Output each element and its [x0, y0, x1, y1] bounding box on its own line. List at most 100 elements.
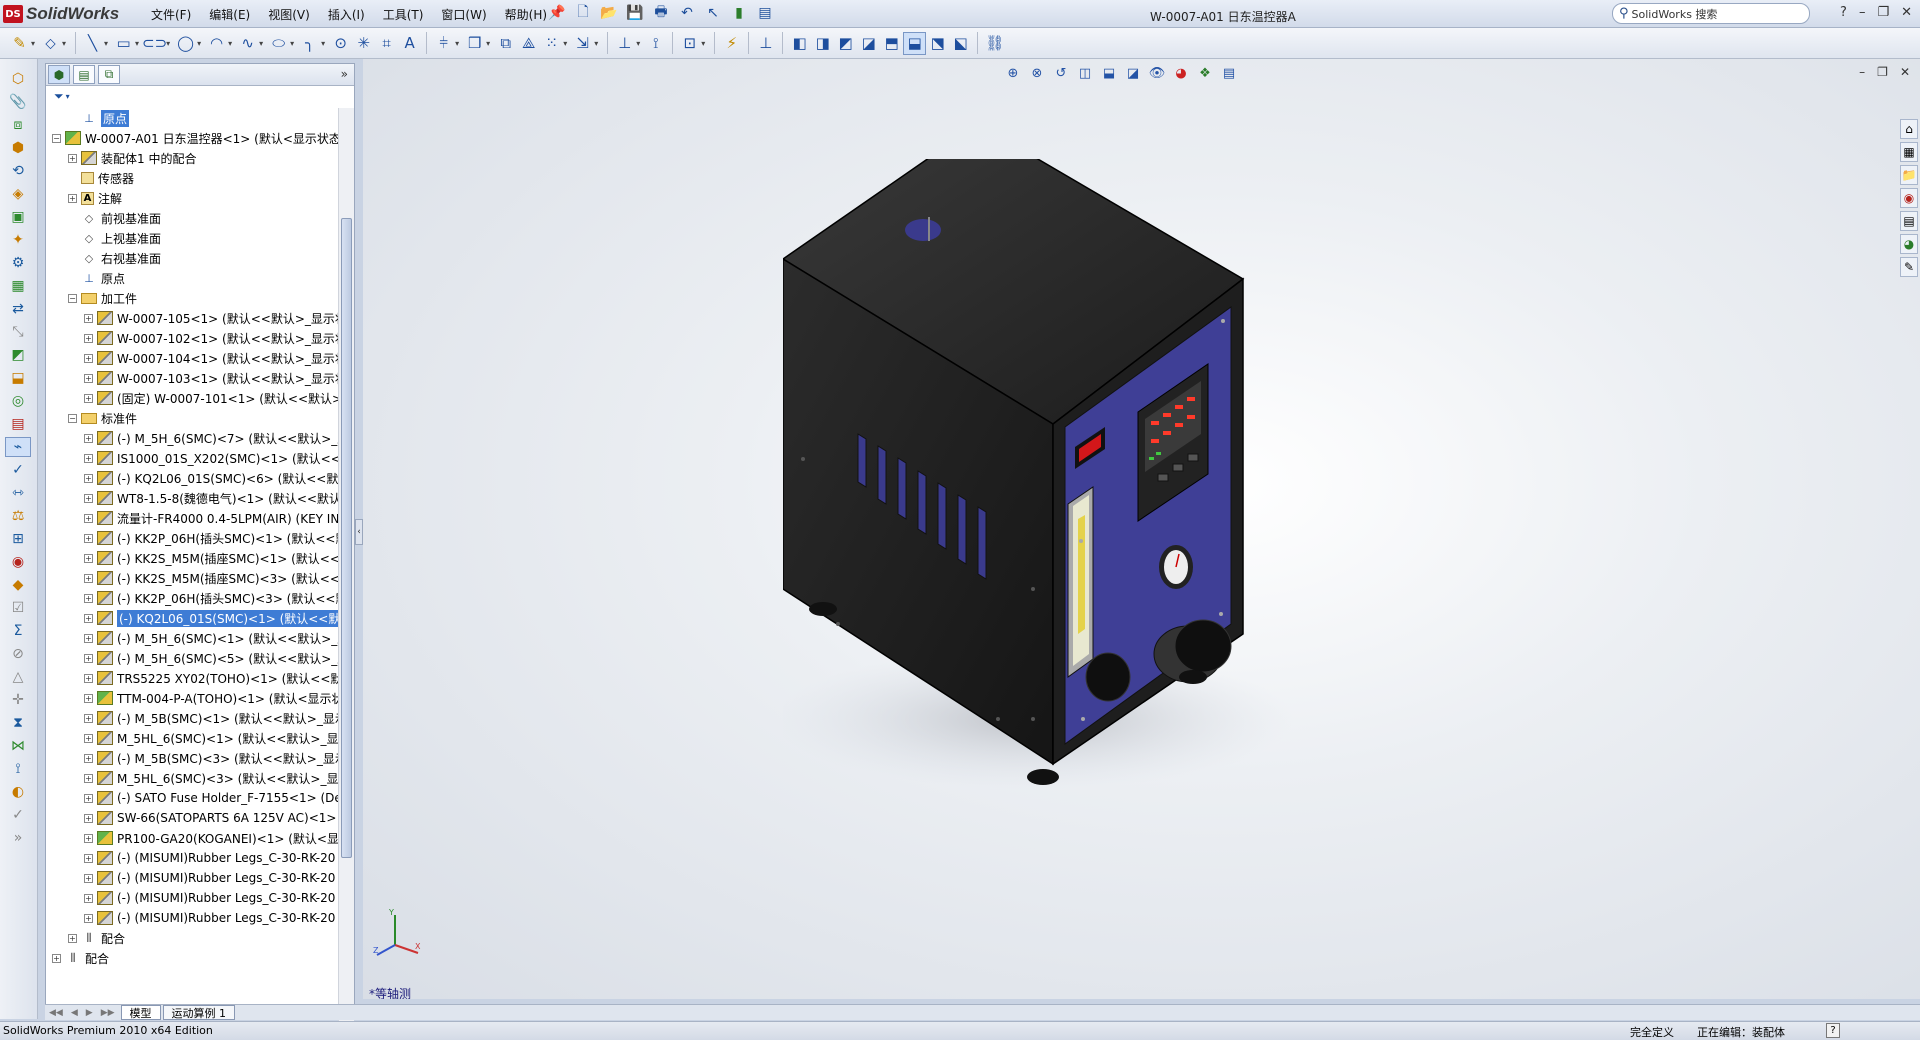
tree-expander-icon[interactable]: +	[84, 353, 93, 363]
tree-item[interactable]: + 装配体1 中的配合	[46, 148, 338, 168]
strip-more-icon[interactable]: »	[5, 828, 31, 848]
tree-item[interactable]: ⊥ 原点	[46, 108, 338, 128]
appearance-icon[interactable]: ◆	[5, 575, 31, 595]
tree-item[interactable]: + (-) KK2S_M5M(插座SMC)<1> (默认<<	[46, 548, 338, 568]
previous-view-icon[interactable]: ↺	[1051, 63, 1071, 83]
file-explorer-icon[interactable]: 📁	[1900, 165, 1918, 185]
tree-item[interactable]: + (-) KK2P_06H(插头SMC)<3> (默认<<默	[46, 588, 338, 608]
tree-item[interactable]: + (-) (MISUMI)Rubber Legs_C-30-RK-20	[46, 848, 338, 868]
print-icon[interactable]: 🖶	[650, 3, 672, 23]
slot-dropdown-icon[interactable]: ▾	[166, 39, 170, 48]
sensor-strip-icon[interactable]: ⊘	[5, 644, 31, 664]
tree-expander-icon[interactable]: +	[84, 513, 93, 523]
repair-sketch-icon[interactable]: ⟟	[644, 32, 667, 55]
fillet-icon[interactable]: ╮	[298, 32, 321, 55]
tree-expander-icon[interactable]: +	[68, 193, 77, 203]
tree-expander-icon[interactable]: +	[68, 933, 77, 943]
tree-item[interactable]: ◇ 上视基准面	[46, 228, 338, 248]
doc-minimize-icon[interactable]: –	[1859, 65, 1865, 79]
new-motion-study-icon[interactable]: ⚙	[5, 253, 31, 273]
rapid-sketch-icon[interactable]: ⚡	[720, 32, 743, 55]
save-icon[interactable]: 💾	[624, 3, 646, 23]
tree-expander-icon[interactable]: +	[84, 573, 93, 583]
convert-dropdown-icon[interactable]: ▾	[486, 39, 490, 48]
explode-line-icon[interactable]: ⤡	[5, 322, 31, 342]
tree-expander-icon[interactable]: +	[84, 713, 93, 723]
tree-item[interactable]: + W-0007-103<1> (默认<<默认>_显示状	[46, 368, 338, 388]
tree-item[interactable]: ◇ 前视基准面	[46, 208, 338, 228]
trim-icon[interactable]: ⫩	[432, 32, 455, 55]
view-front-icon[interactable]: ◧	[788, 32, 811, 55]
tree-scroll-thumb[interactable]	[341, 218, 352, 858]
tree-expander-icon[interactable]: +	[84, 653, 93, 663]
search-results-icon[interactable]: ◉	[1900, 188, 1918, 208]
tree-item[interactable]: + (-) KQ2L06_01S(SMC)<1> (默认<<默认	[46, 608, 338, 628]
tree-item[interactable]: + (-) (MISUMI)Rubber Legs_C-30-RK-20	[46, 908, 338, 928]
instant3d-icon[interactable]: ▤	[5, 414, 31, 434]
tree-expander-icon[interactable]: +	[84, 793, 93, 803]
pattern-dropdown-icon[interactable]: ▾	[563, 39, 567, 48]
tree-expander-icon[interactable]: −	[68, 293, 77, 303]
tree-vertical-scrollbar[interactable]	[338, 108, 354, 1033]
tree-expander-icon[interactable]: +	[84, 733, 93, 743]
interference-icon[interactable]: ◩	[5, 345, 31, 365]
appearances-scenes-icon[interactable]: ◕	[1900, 234, 1918, 254]
edit-appearance-icon[interactable]: ◕	[1171, 63, 1191, 83]
dimxpert-icon[interactable]: △	[5, 667, 31, 687]
tree-expander-icon[interactable]: +	[84, 633, 93, 643]
tab-last-icon[interactable]: ▶▶	[97, 1008, 119, 1018]
tab-next-icon[interactable]: ▶	[82, 1008, 97, 1018]
menu-edit[interactable]: 编辑(E)	[200, 6, 259, 23]
design-library-icon[interactable]: ▦	[1900, 142, 1918, 162]
open-icon[interactable]: 📂	[598, 3, 620, 23]
smart-fasteners-icon[interactable]: ⬢	[5, 138, 31, 158]
tree-expander-icon[interactable]: +	[84, 553, 93, 563]
spell-check-icon[interactable]: ✓	[5, 460, 31, 480]
view-palette-icon[interactable]: ▤	[1900, 211, 1918, 231]
view-orientation-icon[interactable]: ⬓	[1099, 63, 1119, 83]
assembly-model[interactable]	[783, 159, 1303, 799]
rebuild-icon[interactable]: ▮	[728, 3, 750, 23]
mirror-icon[interactable]: ⟁	[517, 32, 540, 55]
tree-item[interactable]: + PR100-GA20(KOGANEI)<1> (默认<显	[46, 828, 338, 848]
hole-alignment-icon[interactable]: ◎	[5, 391, 31, 411]
panel-expand-icon[interactable]: »	[341, 67, 348, 81]
trim-dropdown-icon[interactable]: ▾	[455, 39, 459, 48]
tree-item[interactable]: + ⫴ 配合	[46, 948, 338, 968]
menu-file[interactable]: 文件(F)	[142, 6, 200, 23]
tree-expander-icon[interactable]: +	[84, 813, 93, 823]
tree-expander-icon[interactable]: +	[84, 893, 93, 903]
tree-expander-icon[interactable]: +	[84, 913, 93, 923]
property-manager-tab-icon[interactable]: ▤	[73, 65, 95, 84]
view-top-icon[interactable]: ⬒	[880, 32, 903, 55]
rectangle-icon[interactable]: ▭	[112, 32, 135, 55]
sketch-icon[interactable]: ✎	[8, 32, 31, 55]
clearance-icon[interactable]: ⬓	[5, 368, 31, 388]
tree-expander-icon[interactable]: +	[84, 493, 93, 503]
apply-scene-icon[interactable]: ❖	[1195, 63, 1215, 83]
sketch-text-icon[interactable]: A	[398, 32, 421, 55]
doc-restore-icon[interactable]: ❐	[1877, 65, 1888, 79]
tree-item[interactable]: + ⫴ 配合	[46, 928, 338, 948]
tree-item[interactable]: ◇ 右视基准面	[46, 248, 338, 268]
photoview-icon[interactable]: ◐	[5, 782, 31, 802]
point-icon[interactable]: ⊙	[329, 32, 352, 55]
snaps-dropdown-icon[interactable]: ▾	[701, 39, 705, 48]
view-dimetric-icon[interactable]: ⬕	[949, 32, 972, 55]
tree-expander-icon[interactable]: +	[84, 673, 93, 683]
tree-expander-icon[interactable]: +	[84, 853, 93, 863]
tab-model[interactable]: 模型	[120, 1005, 161, 1020]
convert-icon[interactable]: ❒	[463, 32, 486, 55]
arc-dropdown-icon[interactable]: ▾	[228, 39, 232, 48]
search-input[interactable]: ⚲ SolidWorks 搜索	[1612, 3, 1810, 24]
pattern-icon[interactable]: ⁙	[540, 32, 563, 55]
tree-filter[interactable]: ⏷ ▾	[46, 86, 354, 106]
move-component-icon[interactable]: ⟲	[5, 161, 31, 181]
tree-item[interactable]: + 流量计-FR4000 0.4-5LPM(AIR) (KEY IN	[46, 508, 338, 528]
text-icon[interactable]: ⌗	[375, 32, 398, 55]
tree-expander-icon[interactable]: +	[52, 953, 61, 963]
centerline-icon[interactable]: ✳	[352, 32, 375, 55]
assembly-features-icon[interactable]: ▣	[5, 207, 31, 227]
graphics-area[interactable]: ⊕ ⊗ ↺ ◫ ⬓ ◪ 👁 ◕ ❖ ▤ – ❐ ✕ ⌂ ▦ 📁 ◉ ▤ ◕ ✎	[363, 59, 1920, 999]
line-dropdown-icon[interactable]: ▾	[104, 39, 108, 48]
